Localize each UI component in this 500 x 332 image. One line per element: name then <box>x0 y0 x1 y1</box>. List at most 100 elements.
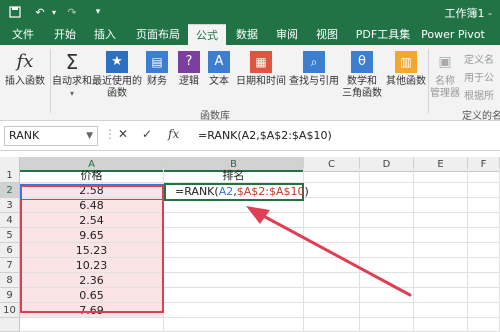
math-trig-button[interactable]: θ 数学和 三角函数 <box>340 45 384 105</box>
cell[interactable] <box>468 243 500 258</box>
define-name-item[interactable]: 定义名 <box>464 51 494 66</box>
cell[interactable] <box>468 288 500 303</box>
cell[interactable] <box>304 198 360 213</box>
price-cell[interactable]: 10.23 <box>20 258 164 273</box>
tab-review[interactable]: 审阅 <box>272 24 302 45</box>
insert-function-button[interactable]: fx 插入函数 <box>2 45 48 105</box>
tab-page-layout[interactable]: 页面布局 <box>132 24 184 45</box>
name-manager-button[interactable]: ▣ 名称 管理器 <box>430 45 460 105</box>
cell[interactable] <box>164 228 304 243</box>
cell[interactable] <box>468 213 500 228</box>
cell[interactable] <box>164 318 304 332</box>
price-cell[interactable]: 6.48 <box>20 198 164 213</box>
cell[interactable] <box>414 213 468 228</box>
cell[interactable] <box>360 228 414 243</box>
cell[interactable] <box>164 198 304 213</box>
cell[interactable] <box>414 183 468 198</box>
price-cell[interactable]: 9.65 <box>20 228 164 243</box>
cell[interactable] <box>164 303 304 318</box>
row-header[interactable]: 10 <box>0 303 20 318</box>
logical-button[interactable]: ? 逻辑 <box>174 45 204 105</box>
use-in-formula-item[interactable]: 用于公 <box>464 69 494 84</box>
cell[interactable] <box>360 183 414 198</box>
row-header[interactable] <box>0 318 20 332</box>
tab-formulas[interactable]: 公式 <box>188 24 226 45</box>
row-header[interactable]: 3 <box>0 198 20 213</box>
row-header[interactable]: 6 <box>0 243 20 258</box>
cell[interactable] <box>468 183 500 198</box>
header-cell-price[interactable]: 价格 <box>20 168 164 183</box>
financial-button[interactable]: ▤ 财务 <box>142 45 172 105</box>
cell[interactable] <box>164 243 304 258</box>
cell[interactable] <box>304 273 360 288</box>
date-time-button[interactable]: ▦ 日期和时间 <box>236 45 286 105</box>
cancel-icon[interactable]: ✕ <box>118 127 128 141</box>
cell[interactable] <box>468 273 500 288</box>
cell[interactable] <box>360 318 414 332</box>
cell[interactable] <box>468 303 500 318</box>
cell[interactable] <box>360 303 414 318</box>
cell[interactable] <box>164 273 304 288</box>
price-cell[interactable]: 7.69 <box>20 303 164 318</box>
name-box[interactable]: RANK ▼ <box>4 126 98 146</box>
cell[interactable] <box>468 198 500 213</box>
cell[interactable] <box>360 243 414 258</box>
cell[interactable] <box>360 273 414 288</box>
cell[interactable] <box>414 198 468 213</box>
row-header[interactable]: 9 <box>0 288 20 303</box>
formula-input[interactable]: =RANK(A2,$A$2:$A$10) <box>198 129 332 142</box>
cell[interactable] <box>468 228 500 243</box>
price-cell[interactable]: 0.65 <box>20 288 164 303</box>
cell[interactable] <box>414 258 468 273</box>
row-header[interactable]: 8 <box>0 273 20 288</box>
cell[interactable] <box>304 183 360 198</box>
tab-power-pivot[interactable]: Power Pivot <box>420 24 486 45</box>
cell[interactable] <box>360 258 414 273</box>
enter-icon[interactable]: ✓ <box>142 127 152 141</box>
header-cell-rank[interactable]: 排名 <box>164 168 304 183</box>
recently-used-button[interactable]: ★ 最近使用的 函数 <box>92 45 142 105</box>
price-cell[interactable]: 15.23 <box>20 243 164 258</box>
cell[interactable] <box>414 288 468 303</box>
cell[interactable] <box>164 258 304 273</box>
cell[interactable] <box>360 168 414 183</box>
row-header[interactable]: 5 <box>0 228 20 243</box>
text-functions-button[interactable]: A 文本 <box>204 45 234 105</box>
price-cell[interactable]: 2.36 <box>20 273 164 288</box>
redo-icon[interactable]: ↷ <box>64 4 80 20</box>
price-cell[interactable]: 2.54 <box>20 213 164 228</box>
autosum-button[interactable]: Σ 自动求和 ▾ <box>52 45 92 105</box>
cell[interactable] <box>414 228 468 243</box>
row-header[interactable]: 4 <box>0 213 20 228</box>
cell[interactable] <box>304 243 360 258</box>
row-header[interactable]: 2 <box>0 183 20 198</box>
cell[interactable] <box>360 198 414 213</box>
cell[interactable] <box>414 168 468 183</box>
cell[interactable] <box>360 288 414 303</box>
tab-pdf-tools[interactable]: PDF工具集 <box>352 24 414 45</box>
cell-edit-formula[interactable]: =RANK(A2,$A$2:$A$10) <box>175 184 309 199</box>
cell[interactable] <box>304 213 360 228</box>
cell[interactable] <box>304 288 360 303</box>
cell[interactable] <box>304 168 360 183</box>
tab-file[interactable]: 文件 <box>8 24 38 45</box>
price-cell[interactable]: 2.58 <box>20 183 164 198</box>
cell[interactable] <box>414 273 468 288</box>
cell[interactable] <box>468 318 500 332</box>
cell[interactable] <box>304 228 360 243</box>
row-header[interactable]: 1 <box>0 168 20 183</box>
customize-quick-access-icon[interactable]: ▾ <box>92 4 104 20</box>
row-header[interactable]: 7 <box>0 258 20 273</box>
cell[interactable] <box>468 258 500 273</box>
insert-function-icon[interactable]: fx <box>168 127 179 141</box>
tab-home[interactable]: 开始 <box>50 24 80 45</box>
chevron-down-icon[interactable]: ▼ <box>86 127 93 145</box>
undo-dropdown-icon[interactable]: ▾ <box>50 4 58 20</box>
cell[interactable] <box>414 303 468 318</box>
cell[interactable] <box>164 288 304 303</box>
cell[interactable] <box>164 213 304 228</box>
cell[interactable] <box>20 318 164 332</box>
cell[interactable] <box>414 243 468 258</box>
create-from-selection-item[interactable]: 根据所 <box>464 87 494 102</box>
cell[interactable] <box>304 318 360 332</box>
